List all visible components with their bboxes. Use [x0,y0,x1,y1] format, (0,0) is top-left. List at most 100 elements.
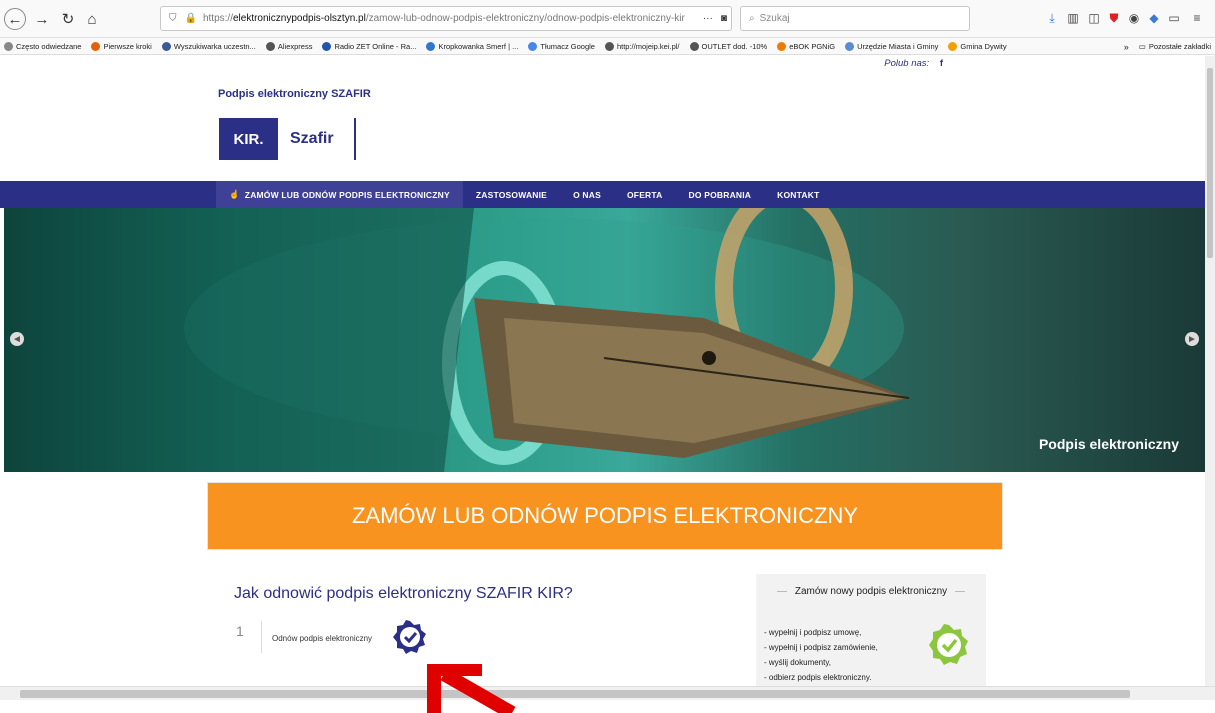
bookmark-label: Gmina Dywity [960,41,1007,51]
bookmark-item[interactable]: OUTLET dod. -10% [689,41,768,51]
search-input[interactable]: ⌕ Szukaj [740,6,970,31]
site-title[interactable]: Podpis elektroniczny SZAFIR [218,88,371,100]
overflow-chevron-icon[interactable]: » [1124,42,1129,52]
bookmark-label: Pierwsze kroki [103,41,152,51]
site-logo[interactable]: KIR. Szafir [219,118,359,160]
url-prefix: https:// [202,13,233,24]
home-icon[interactable]: ⌂ [82,9,102,29]
main-nav: ☝ ZAMÓW LUB ODNÓW PODPIS ELEKTRONICZNY Z… [0,181,1205,208]
like-us: Polub nas: f [884,58,943,69]
page-actions-icon[interactable]: ··· [703,13,713,24]
bookmark-label: Urzędzie Miasta i Gminy [857,41,939,51]
like-label: Polub nas: [884,58,930,69]
sidebar-title: Zamów nowy podpis elektroniczny [756,586,986,597]
address-bar[interactable]: ⛉ 🔒 https:// elektronicznypodpis-olsztyn… [160,6,732,31]
page-content: Polub nas: f Podpis elektroniczny SZAFIR… [0,56,1205,686]
bookmark-item[interactable]: Często odwiedzane [4,41,82,51]
step-label[interactable]: Odnów podpis elektroniczny [272,634,372,643]
nav-item-offer[interactable]: OFERTA [614,181,676,208]
reload-icon[interactable]: ↻ [58,9,78,29]
step-divider [261,621,262,653]
forward-icon[interactable]: → [32,9,52,29]
logo-szafir: Szafir [278,118,356,160]
nav-item-label: ZAMÓW LUB ODNÓW PODPIS ELEKTRONICZNY [244,189,450,200]
bookmark-item[interactable]: Kropkowanka Smerf | ... [426,41,519,51]
bookmark-item[interactable]: Aliexpress [265,41,313,51]
facebook-icon[interactable]: f [940,58,943,69]
slider-prev-icon[interactable]: ◄ [10,332,24,346]
bookmark-favicon-icon [265,41,275,51]
bookmark-item[interactable]: Pierwsze kroki [91,41,152,51]
bookmark-favicon-icon [426,41,436,51]
bookmark-item[interactable]: eBOK PGNiG [777,41,836,51]
sidebar-steps: - wypełnij i podpisz umowę, - wypełnij i… [764,625,878,685]
url-host: elektronicznypodpis-olsztyn.pl [232,13,366,24]
bookmark-item[interactable]: Radio ZET Online - Ra... [322,41,417,51]
url-path: /zamow-lub-odnow-podpis-elektroniczny/od… [365,13,685,24]
bookmark-favicon-icon [845,41,855,51]
menu-icon[interactable]: ≡ [1190,11,1204,25]
extension-puzzle-icon[interactable]: ◆ [1147,11,1161,25]
bookmark-label: Kropkowanka Smerf | ... [438,41,519,51]
bookmark-favicon-icon [528,41,538,51]
bookmark-favicon-icon [948,41,958,51]
browser-toolbar: ← → ↻ ⌂ ⛉ 🔒 https:// elektronicznypodpis… [0,0,1215,38]
search-placeholder: Szukaj [759,13,790,24]
downloads-icon[interactable]: ⤓ [1045,11,1059,25]
bookmark-label: Aliexpress [277,41,313,51]
folder-icon: ▭ [1138,42,1146,51]
bookmark-label: http://mojeip.kei.pl/ [616,41,680,51]
nav-item-downloads[interactable]: DO POBRANIA [676,181,765,208]
logo-kir: KIR. [219,118,278,160]
bookmark-favicon-icon [604,41,614,51]
search-icon: ⌕ [749,13,755,24]
shield-icon: ⛉ [169,13,177,24]
hero-slider: ◄ ► Podpis elektroniczny [4,208,1205,472]
fountain-pen-image [4,208,910,472]
bookmark-item[interactable]: Gmina Dywity [948,41,1007,51]
back-icon[interactable]: ← [4,8,26,30]
bookmark-item[interactable]: http://mojeip.kei.pl/ [604,41,680,51]
nav-item-usage[interactable]: ZASTOSOWANIE [463,181,560,208]
vertical-scroll-thumb[interactable] [1207,68,1213,258]
red-annotation-arrow [427,664,516,713]
extension-icon[interactable]: ◉ [1127,11,1141,25]
bookmark-label: OUTLET dod. -10% [701,41,768,51]
sidebar-step: - wyślij dokumenty, [764,658,831,667]
slider-next-icon[interactable]: ► [1185,332,1199,346]
sidebar-new-signature: Zamów nowy podpis elektroniczny - wypełn… [756,574,986,686]
ublock-icon[interactable]: ⛊ [1107,11,1121,25]
screenshot-icon[interactable]: ▭ [1167,11,1181,25]
bookmark-item[interactable]: Urzędzie Miasta i Gminy [845,41,939,51]
nav-item-contact[interactable]: KONTAKT [764,181,832,208]
sidebar-step: - odbierz podpis elektroniczny. [764,673,872,682]
green-badge-check-icon[interactable] [928,624,970,666]
nav-item-about[interactable]: O NAS [560,181,614,208]
bookmark-item[interactable]: Wyszukiwarka uczestn... [161,41,256,51]
other-bookmarks[interactable]: » ▭ Pozostałe zakładki [1123,38,1211,54]
bookmark-label: eBOK PGNiG [789,41,836,51]
bookmark-favicon-icon [689,41,699,51]
bookmark-label: Tłumacz Google [540,41,595,51]
library-icon[interactable]: ▥ [1066,11,1080,25]
bookmark-item[interactable]: Tłumacz Google [528,41,595,51]
bookmark-favicon-icon [4,41,13,51]
bookmark-label: Radio ZET Online - Ra... [334,41,417,51]
pocket-icon[interactable]: ◙ [721,13,727,24]
horizontal-scroll-thumb[interactable] [20,690,1130,698]
horizontal-scrollbar[interactable] [0,686,1215,700]
bookmarks-bar: Często odwiedzane Pierwsze kroki Wyszukiwa… [0,38,1215,55]
sidebar-icon[interactable]: ◫ [1087,11,1101,25]
sidebar-step: - wypełnij i podpisz umowę, [764,628,862,637]
section-title: Jak odnowić podpis elektroniczny SZAFIR … [234,585,573,602]
order-renew-button[interactable]: ZAMÓW LUB ODNÓW PODPIS ELEKTRONICZNY [207,482,1003,550]
vertical-scrollbar[interactable] [1205,56,1215,686]
sidebar-step: - wypełnij i podpisz zamówienie, [764,643,878,652]
bookmark-label: Wyszukiwarka uczestn... [173,41,256,51]
nav-item-order[interactable]: ☝ ZAMÓW LUB ODNÓW PODPIS ELEKTRONICZNY [216,181,463,208]
bookmark-label: Często odwiedzane [16,41,82,51]
badge-check-icon[interactable] [393,620,427,654]
step-number: 1 [236,623,244,639]
lock-icon: 🔒 [184,13,197,24]
hero-caption: Podpis elektroniczny [1038,436,1179,452]
